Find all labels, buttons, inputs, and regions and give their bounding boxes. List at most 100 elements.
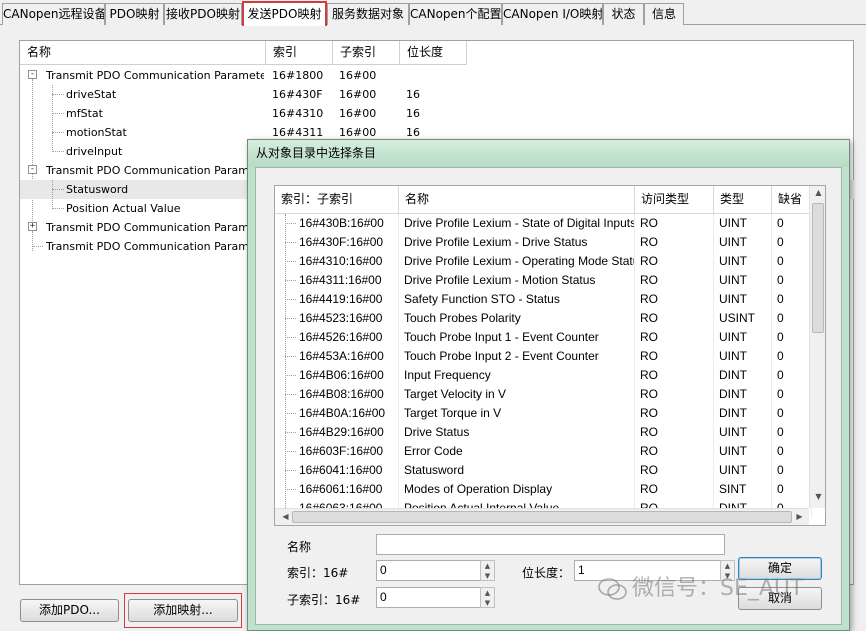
tree-row[interactable]: - Transmit PDO Communication Parameter 1… <box>20 66 855 85</box>
tree-row-subindex: 16#00 <box>339 69 377 82</box>
column-header-name[interactable]: 名称 <box>20 41 266 65</box>
subindex-label: 子索引：16# <box>287 593 361 607</box>
row-default: 0 <box>772 252 812 271</box>
object-row[interactable]: 16#4419:16#00 Safety Function STO - Statu… <box>275 290 812 309</box>
row-default: 0 <box>772 461 812 480</box>
subindex-stepper[interactable]: ▲ ▼ <box>480 587 495 608</box>
column-header-bitlength[interactable]: 位长度 <box>400 41 467 65</box>
scroll-down-icon[interactable]: ▼ <box>810 492 825 501</box>
row-name: Touch Probes Polarity <box>399 309 635 328</box>
tab-service-data-object[interactable]: 服务数据对象 <box>327 3 409 25</box>
row-access-type: RO <box>635 252 714 271</box>
tab-canopen-config[interactable]: CANopen个配置 <box>409 3 502 25</box>
arrow-up-icon[interactable]: ▲ <box>481 588 494 598</box>
object-row[interactable]: 16#430B:16#00 Drive Profile Lexium - Stat… <box>275 214 812 233</box>
row-default: 0 <box>772 442 812 461</box>
scroll-right-icon[interactable]: ▶ <box>791 512 808 521</box>
tree-row[interactable]: driveStat 16#430F 16#00 16 <box>20 85 855 104</box>
index-stepper[interactable]: ▲ ▼ <box>480 560 495 581</box>
tab-receive-pdo-mapping[interactable]: 接收PDO映射 <box>164 3 242 25</box>
column-header-access-type[interactable]: 访问类型 <box>635 186 714 214</box>
tab-canopen-io-mapping[interactable]: CANopen I/O映射 <box>502 3 603 25</box>
column-header-index[interactable]: 索引 <box>266 41 333 65</box>
column-header-index-subindex[interactable]: 索引：子索引 <box>275 186 399 214</box>
object-row[interactable]: 16#4B08:16#00 Target Velocity in V RO DINT 0 <box>275 385 812 404</box>
object-row[interactable]: 16#4311:16#00 Drive Profile Lexium - Moti… <box>275 271 812 290</box>
row-default: 0 <box>772 385 812 404</box>
tree-row-name: Statusword <box>66 183 129 196</box>
row-access-type: RO <box>635 290 714 309</box>
tree-line <box>52 189 64 190</box>
tree-line <box>285 470 296 471</box>
tree-row[interactable]: mfStat 16#4310 16#00 16 <box>20 104 855 123</box>
tree-row-subindex: 16#00 <box>339 88 377 101</box>
tree-row-index: 16#430F <box>272 88 323 101</box>
add-pdo-button[interactable]: 添加PDO... <box>20 599 119 622</box>
row-name: Drive Profile Lexium - State of Digital … <box>399 214 635 233</box>
expand-icon[interactable]: + <box>28 222 37 231</box>
column-header-default[interactable]: 缺省 <box>772 186 812 214</box>
watermark-text: 微信号：SE_AUT <box>632 576 804 601</box>
object-row[interactable]: 16#4523:16#00 Touch Probes Polarity RO USIN… <box>275 309 812 328</box>
tree-row-name: Transmit PDO Communication Parameter <box>46 240 264 253</box>
row-access-type: RO <box>635 385 714 404</box>
column-header-name[interactable]: 名称 <box>399 186 635 214</box>
object-row[interactable]: 16#430F:16#00 Drive Profile Lexium - Driv… <box>275 233 812 252</box>
scroll-up-icon[interactable]: ▲ <box>810 188 825 197</box>
add-mapping-button[interactable]: 添加映射... <box>128 599 238 622</box>
arrow-up-icon[interactable]: ▲ <box>481 561 494 571</box>
collapse-icon[interactable]: - <box>28 70 37 79</box>
tree-line <box>285 375 296 376</box>
index-field[interactable]: 0 <box>376 560 481 581</box>
row-name: Input Frequency <box>399 366 635 385</box>
wechat-icon <box>598 578 627 600</box>
tab-pdo-mapping[interactable]: PDO映射 <box>105 3 164 25</box>
object-dictionary-list[interactable]: 索引：子索引 名称 访问类型 类型 缺省 16#430B:16#00 Drive … <box>274 185 826 526</box>
row-name: Drive Status <box>399 423 635 442</box>
object-row[interactable]: 16#6061:16#00 Modes of Operation Display R… <box>275 480 812 499</box>
object-row[interactable]: 16#4B06:16#00 Input Frequency RO DINT 0 <box>275 366 812 385</box>
object-row[interactable]: 16#4526:16#00 Touch Probe Input 1 - Event… <box>275 328 812 347</box>
arrow-down-icon[interactable]: ▼ <box>481 571 494 581</box>
row-name: Drive Profile Lexium - Operating Mode St… <box>399 252 635 271</box>
row-type: UINT <box>714 214 772 233</box>
row-name: Target Velocity in V <box>399 385 635 404</box>
row-type: UINT <box>714 252 772 271</box>
object-row[interactable]: 16#4B29:16#00 Drive Status RO UINT 0 <box>275 423 812 442</box>
object-row[interactable]: 16#453A:16#00 Touch Probe Input 2 - Event… <box>275 347 812 366</box>
subindex-field[interactable]: 0 <box>376 587 481 608</box>
row-name: Statusword <box>399 461 635 480</box>
tab-info[interactable]: 信息 <box>644 3 684 25</box>
scroll-thumb[interactable] <box>812 203 824 333</box>
scroll-thumb[interactable] <box>292 511 792 523</box>
tree-line <box>285 489 296 490</box>
object-row[interactable]: 16#4310:16#00 Drive Profile Lexium - Oper… <box>275 252 812 271</box>
collapse-icon[interactable]: - <box>28 165 37 174</box>
object-row[interactable]: 16#4B0A:16#00 Target Torque in V RO DINT 0 <box>275 404 812 423</box>
bitlength-label: 位长度： <box>522 566 571 580</box>
horizontal-scrollbar[interactable]: ◀ ▶ <box>275 508 809 525</box>
row-type: UINT <box>714 442 772 461</box>
row-type: UINT <box>714 461 772 480</box>
object-row[interactable]: 16#603F:16#00 Error Code RO UINT 0 <box>275 442 812 461</box>
tree-row-bitlength <box>406 66 466 85</box>
tree-line <box>285 356 296 357</box>
dialog-title[interactable]: 从对象目录中选择条目 <box>248 140 849 167</box>
column-header-type[interactable]: 类型 <box>714 186 772 214</box>
tab-canopen-remote-device[interactable]: CANopen远程设备 <box>2 3 105 25</box>
column-header-subindex[interactable]: 子索引 <box>333 41 400 65</box>
tree-line <box>52 132 64 133</box>
row-access-type: RO <box>635 404 714 423</box>
row-type: UINT <box>714 233 772 252</box>
tab-status[interactable]: 状态 <box>603 3 644 25</box>
tab-transmit-pdo-mapping[interactable]: 发送PDO映射 <box>242 1 327 26</box>
object-row[interactable]: 16#6041:16#00 Statusword RO UINT 0 <box>275 461 812 480</box>
tree-row-bitlength: 16 <box>406 107 420 120</box>
name-field[interactable] <box>376 534 725 555</box>
name-label: 名称 <box>287 540 312 554</box>
vertical-scrollbar[interactable]: ▲ ▼ <box>809 186 825 508</box>
tree-line <box>285 432 296 433</box>
arrow-down-icon[interactable]: ▼ <box>481 598 494 608</box>
row-type: SINT <box>714 480 772 499</box>
tree-line <box>285 413 296 414</box>
